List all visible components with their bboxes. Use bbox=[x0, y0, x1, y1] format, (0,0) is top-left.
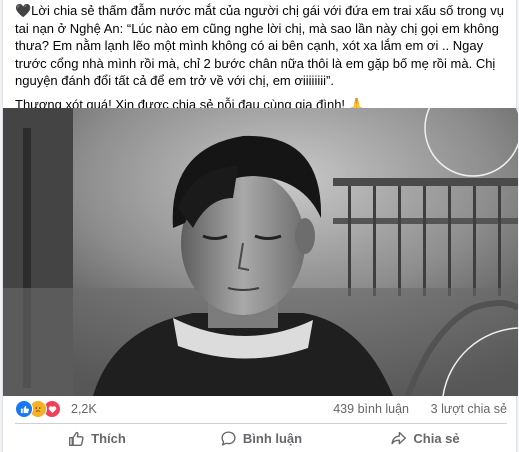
action-bar: Thích Bình luận Chia sẻ bbox=[15, 425, 507, 451]
reaction-bar: 2,2K 439 bình luận 3 lượt chia sẻ bbox=[15, 400, 507, 418]
comment-icon bbox=[221, 430, 236, 446]
share-count[interactable]: 3 lượt chia sẻ bbox=[431, 402, 507, 416]
reaction-icons[interactable] bbox=[15, 400, 61, 418]
share-button[interactable]: Chia sẻ bbox=[343, 425, 507, 451]
post-card: 🖤Lời chia sẻ thấm đẫm nước mắt của người… bbox=[2, 0, 518, 452]
reaction-count[interactable]: 2,2K bbox=[71, 402, 97, 416]
comment-count[interactable]: 439 bình luận bbox=[333, 402, 409, 416]
comment-button[interactable]: Bình luận bbox=[179, 425, 343, 451]
share-label: Chia sẻ bbox=[413, 430, 460, 446]
share-icon bbox=[391, 431, 407, 444]
post-paragraph-1: 🖤Lời chia sẻ thấm đẫm nước mắt của người… bbox=[15, 3, 504, 88]
comment-label: Bình luận bbox=[242, 430, 303, 446]
divider bbox=[15, 423, 507, 424]
photo-illustration bbox=[3, 108, 518, 396]
like-icon bbox=[15, 400, 33, 418]
thumbs-up-icon bbox=[69, 431, 84, 446]
like-button[interactable]: Thích bbox=[15, 425, 179, 451]
like-label: Thích bbox=[91, 430, 126, 446]
post-photo[interactable] bbox=[3, 108, 518, 396]
